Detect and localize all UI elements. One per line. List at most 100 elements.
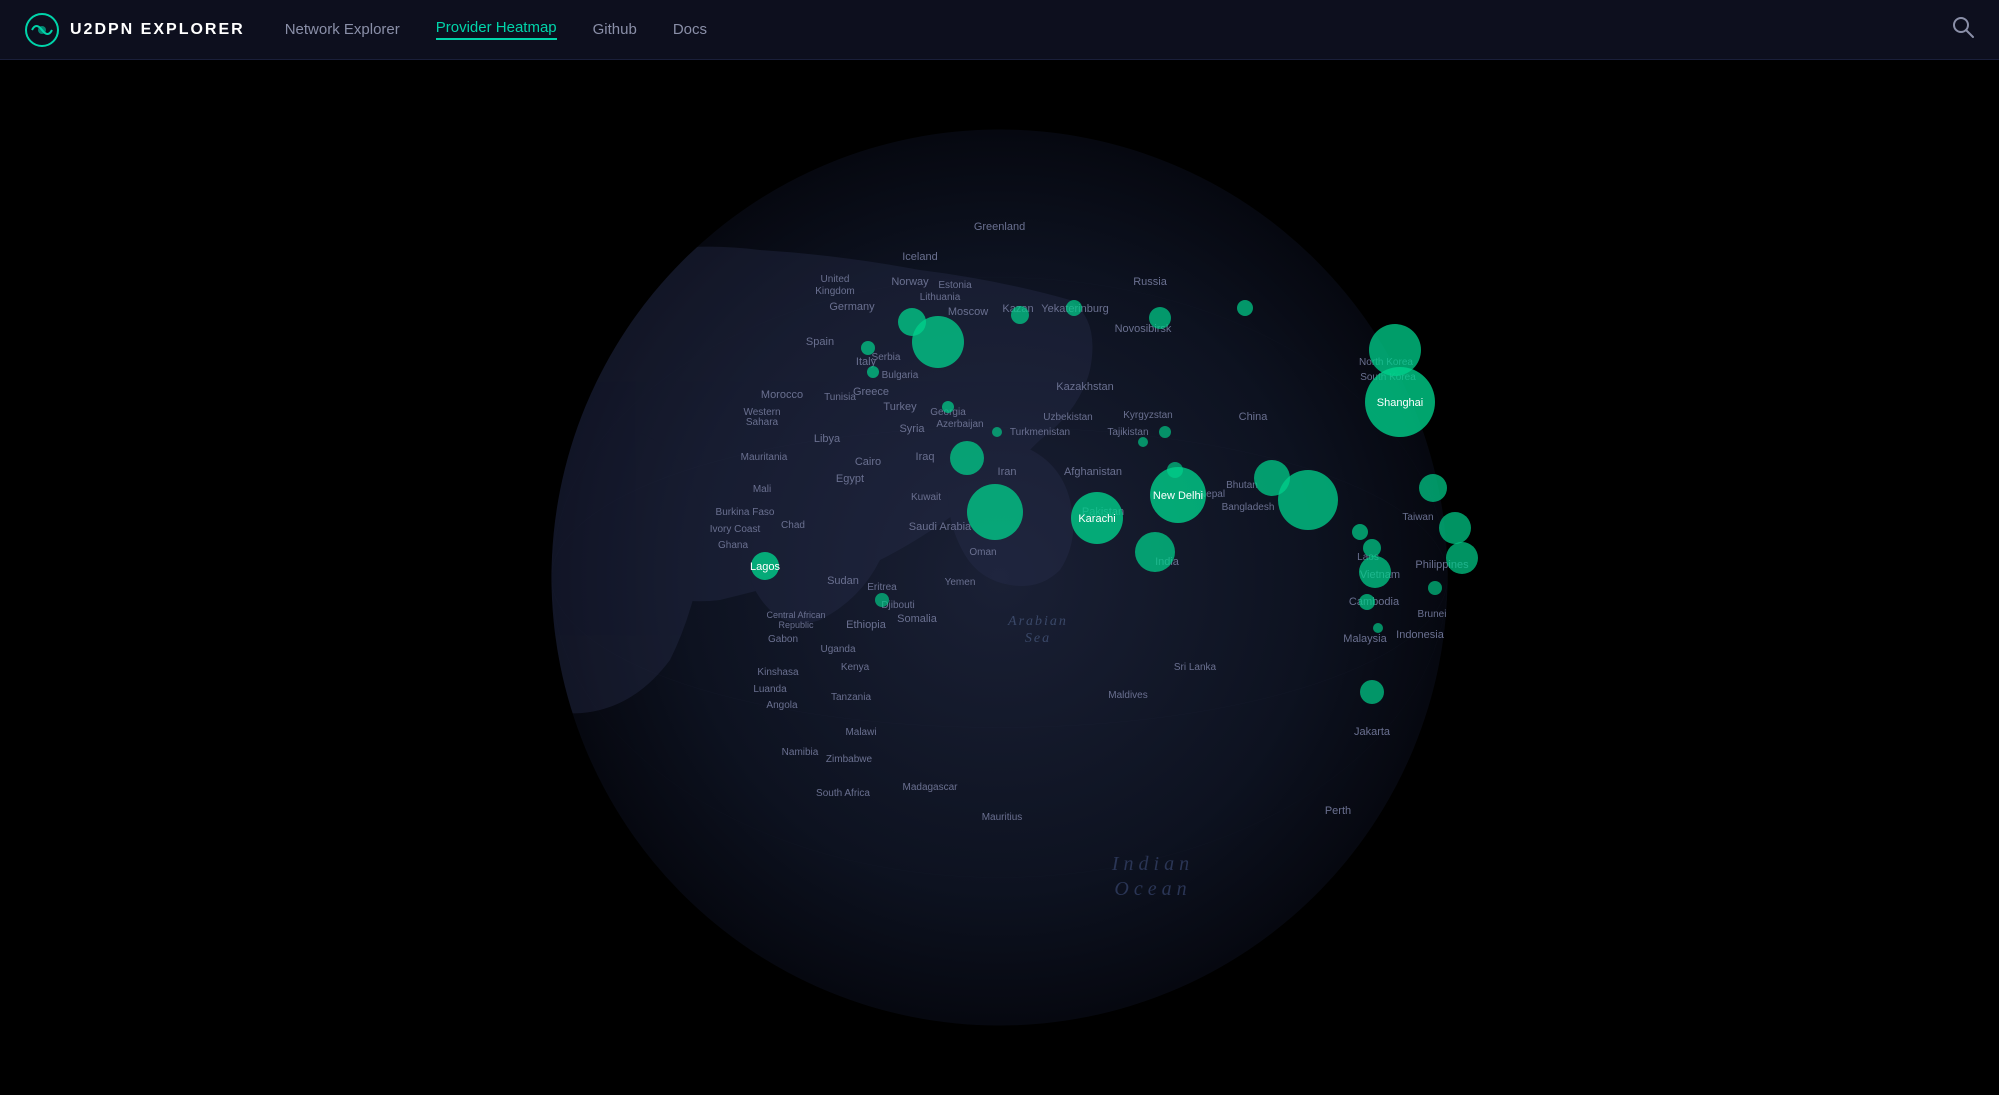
svg-text:Kenya: Kenya (841, 662, 870, 673)
svg-text:Madagascar: Madagascar (902, 782, 958, 793)
svg-text:Estonia: Estonia (938, 280, 972, 291)
svg-text:Saudi Arabia: Saudi Arabia (909, 521, 972, 533)
svg-text:Moscow: Moscow (948, 306, 988, 318)
svg-text:Mali: Mali (753, 484, 771, 495)
bubble-georgia (942, 401, 954, 413)
svg-text:Iceland: Iceland (902, 251, 937, 263)
svg-text:Bulgaria: Bulgaria (882, 370, 919, 381)
search-button[interactable] (1951, 15, 1975, 45)
bubble-turkey (950, 441, 984, 475)
bubble-vietnam (1363, 539, 1381, 557)
bubble-east-russia (1149, 307, 1171, 329)
bubble-jakarta (1360, 680, 1384, 704)
svg-text:South Africa: South Africa (816, 788, 870, 799)
bubble-malaysia (1359, 594, 1375, 610)
bubble-yekaterinburg (1066, 300, 1082, 316)
svg-text:Sri Lanka: Sri Lanka (1174, 662, 1217, 673)
svg-text:Lithuania: Lithuania (920, 292, 961, 303)
bubble-djibouti (875, 593, 889, 607)
svg-text:Central African: Central African (766, 610, 825, 620)
svg-text:Gabon: Gabon (768, 634, 798, 645)
svg-text:Bangladesh: Bangladesh (1222, 502, 1275, 513)
bubble-india (1135, 532, 1175, 572)
svg-text:Brunei: Brunei (1418, 609, 1447, 620)
label-greenland: Greenland (974, 221, 1025, 233)
bubble-novosibirsk (1237, 300, 1253, 316)
svg-text:Germany: Germany (829, 301, 875, 313)
svg-text:Cairo: Cairo (855, 456, 881, 468)
svg-text:Iran: Iran (998, 466, 1017, 478)
svg-text:Republic: Republic (778, 620, 814, 630)
svg-text:Sea: Sea (1025, 631, 1051, 646)
bubble-italy (861, 341, 875, 355)
svg-text:Uzbekistan: Uzbekistan (1043, 412, 1092, 423)
label-shanghai: Shanghai (1377, 397, 1424, 409)
svg-text:Ivory Coast: Ivory Coast (710, 524, 761, 535)
svg-text:Kuwait: Kuwait (911, 492, 941, 503)
svg-text:Luanda: Luanda (753, 684, 787, 695)
svg-text:Greece: Greece (853, 386, 889, 398)
svg-text:Norway: Norway (891, 276, 929, 288)
bubble-saudi (967, 484, 1023, 540)
svg-text:Kingdom: Kingdom (815, 286, 854, 297)
nav-docs[interactable]: Docs (673, 21, 707, 38)
svg-text:Oman: Oman (969, 547, 996, 558)
globe-svg: Greenland Iceland Norway Russia United K… (0, 60, 1999, 1095)
bubble-cambodia (1359, 556, 1391, 588)
svg-text:United: United (821, 274, 850, 285)
svg-text:Tanzania: Tanzania (831, 692, 871, 703)
bubble-philippines (1439, 512, 1471, 544)
nav-provider-heatmap[interactable]: Provider Heatmap (436, 19, 557, 40)
svg-text:Somalia: Somalia (897, 613, 938, 625)
svg-text:Russia: Russia (1133, 276, 1168, 288)
svg-text:Iraq: Iraq (916, 451, 935, 463)
label-karachi: Karachi (1078, 513, 1115, 525)
bubble-greece (867, 366, 879, 378)
svg-text:Chad: Chad (781, 520, 805, 531)
bubble-brunei (1428, 581, 1442, 595)
svg-text:Azerbaijan: Azerbaijan (936, 419, 983, 430)
svg-text:Angola: Angola (766, 700, 798, 711)
svg-text:Turkmenistan: Turkmenistan (1010, 427, 1070, 438)
svg-text:Kyrgyzstan: Kyrgyzstan (1123, 410, 1172, 421)
svg-text:Yemen: Yemen (945, 577, 976, 588)
bubble-taiwan (1419, 474, 1447, 502)
svg-text:Eritrea: Eritrea (867, 582, 897, 593)
svg-text:Turkey: Turkey (883, 401, 917, 413)
svg-text:Maldives: Maldives (1108, 690, 1147, 701)
bubble-moscow (912, 316, 964, 368)
logo[interactable]: U2DPN EXPLORER (24, 12, 245, 48)
bubble-kazan (1011, 306, 1029, 324)
svg-text:Sudan: Sudan (827, 575, 859, 587)
logo-text: U2DPN EXPLORER (70, 21, 245, 39)
svg-text:Taiwan: Taiwan (1402, 512, 1433, 523)
bubble-east-india (1278, 470, 1338, 530)
svg-text:Indonesia: Indonesia (1396, 629, 1445, 641)
svg-text:Libya: Libya (814, 433, 841, 445)
svg-text:Kinshasa: Kinshasa (757, 667, 799, 678)
svg-text:Kazakhstan: Kazakhstan (1056, 381, 1113, 393)
svg-text:Egypt: Egypt (836, 473, 864, 485)
svg-text:Burkina Faso: Burkina Faso (716, 507, 775, 518)
bubble-tajikistan (1138, 437, 1148, 447)
nav-github[interactable]: Github (593, 21, 637, 38)
label-jakarta: Jakarta (1354, 726, 1391, 738)
nav-network-explorer[interactable]: Network Explorer (285, 21, 400, 38)
navbar: U2DPN EXPLORER Network Explorer Provider… (0, 0, 1999, 60)
svg-text:Afghanistan: Afghanistan (1064, 466, 1122, 478)
label-indian-ocean-2: Ocean (1114, 878, 1191, 900)
label-new-delhi: New Delhi (1153, 490, 1203, 502)
map-container: Greenland Iceland Norway Russia United K… (0, 60, 1999, 1095)
svg-text:Arabian: Arabian (1007, 614, 1068, 629)
logo-icon (24, 12, 60, 48)
svg-text:Morocco: Morocco (761, 389, 803, 401)
svg-text:Ethiopia: Ethiopia (846, 619, 887, 631)
svg-text:Spain: Spain (806, 336, 834, 348)
svg-text:Bhutan: Bhutan (1226, 480, 1258, 491)
bubble-philippines-2 (1446, 542, 1478, 574)
svg-text:Tunisia: Tunisia (824, 392, 856, 403)
bubble-iran (992, 427, 1002, 437)
svg-text:Mauritania: Mauritania (741, 452, 788, 463)
svg-text:Sahara: Sahara (746, 417, 779, 428)
label-lagos: Lagos (750, 561, 780, 573)
